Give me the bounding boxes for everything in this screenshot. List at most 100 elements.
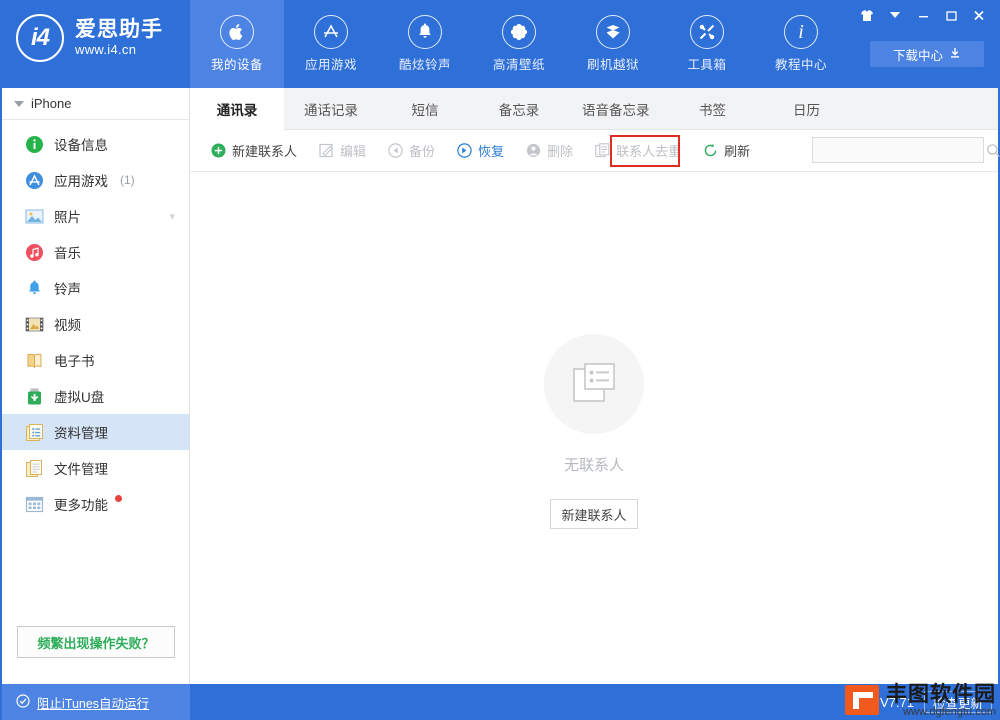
tab-label: 通讯录 — [216, 102, 258, 118]
toolbar-button-2: 编辑 — [308, 136, 377, 166]
sidebar-item-label: 虚拟U盘 — [54, 390, 105, 405]
topnav-item-label: 酷炫铃声 — [398, 58, 451, 72]
topnav-item-label: 工具箱 — [687, 58, 727, 72]
new-badge-dot — [115, 494, 122, 502]
topnav-item-2[interactable]: 应用游戏 — [284, 0, 378, 88]
close-icon[interactable] — [966, 4, 992, 26]
help-operation-failed-button[interactable]: 频繁出现操作失败？ — [17, 626, 175, 658]
minimize-icon[interactable] — [910, 4, 936, 26]
tab-label: 书签 — [699, 102, 726, 118]
flower-icon — [502, 15, 536, 49]
skin-icon[interactable] — [854, 4, 880, 26]
sidebar-item-1[interactable]: 设备信息 — [2, 126, 189, 162]
sidebar-device-header[interactable]: iPhone — [2, 88, 189, 120]
sidebar-list: 设备信息 应用游戏 (1) 照片 ▾ 音乐 铃声视频电子书虚拟U盘资料管理 文件管理更多功能 — [2, 120, 189, 522]
block-itunes-toggle[interactable]: 阻止iTunes自动运行 — [2, 684, 190, 720]
toolbar-button-3: 备份 — [377, 136, 446, 166]
topnav-item-1[interactable]: 我的设备 — [190, 0, 284, 88]
logo-title: 爱思助手 — [75, 18, 163, 42]
sidebar-item-3[interactable]: 照片 ▾ — [2, 198, 189, 234]
tab-3[interactable]: 短信 — [378, 88, 472, 129]
apple-icon — [220, 15, 254, 49]
menu-dropdown-icon[interactable] — [882, 4, 908, 26]
tab-6[interactable]: 书签 — [666, 88, 760, 129]
help-label: 频繁出现操作失败？ — [37, 635, 155, 651]
app-window: i4 爱思助手 www.i4.cn 我的设备 应用游戏酷炫铃声 高清壁纸 刷机越狱工具… — [0, 0, 1000, 720]
topnav-item-6[interactable]: 工具箱 — [660, 0, 754, 88]
tab-label: 语音备忘录 — [582, 102, 650, 118]
grid-icon — [24, 494, 44, 514]
topnav-item-3[interactable]: 酷炫铃声 — [378, 0, 472, 88]
window-controls — [854, 4, 992, 26]
appstore-circle-icon — [24, 170, 44, 190]
sidebar-item-5[interactable]: 铃声 — [2, 270, 189, 306]
topnav-item-4[interactable]: 高清壁纸 — [472, 0, 566, 88]
chevron-down-icon — [14, 100, 24, 107]
sidebar-item-label: 视频 — [54, 318, 81, 333]
sidebar-item-6[interactable]: 视频 — [2, 306, 189, 342]
status-bar: 阻止iTunes自动运行 V7.71 检查更新 — [0, 684, 1000, 720]
download-center-button[interactable]: 下载中心 — [870, 41, 984, 67]
contacts-card-icon — [544, 334, 644, 434]
sidebar-item-10[interactable]: 文件管理 — [2, 450, 189, 486]
empty-state-text: 无联系人 — [563, 457, 624, 474]
topnav-item-label: 高清壁纸 — [492, 58, 545, 72]
main-panel: 通讯录 通话记录 短信 备忘录 语音备忘录 书签 日历 新建联系人 编辑 备份 恢复 删除 联系人去重… — [190, 88, 1000, 684]
toolbar-button-1[interactable]: 新建联系人 — [200, 136, 308, 166]
app-logo: i4 爱思助手 www.i4.cn — [16, 14, 191, 62]
tab-label: 短信 — [411, 102, 439, 118]
sidebar-item-label: 更多功能 — [54, 498, 108, 513]
tab-label: 日历 — [793, 102, 820, 118]
sidebar-device-name: iPhone — [31, 96, 72, 111]
check-update-label: 检查更新 — [932, 696, 983, 711]
sidebar-item-4[interactable]: 音乐 — [2, 234, 189, 270]
bell-blue-icon — [24, 278, 44, 298]
tab-7[interactable]: 日历 — [760, 88, 854, 129]
logo-subtitle: www.i4.cn — [75, 42, 137, 58]
toolbar-button-label: 编辑 — [340, 144, 367, 159]
search-input[interactable] — [813, 143, 986, 157]
photo-icon — [24, 206, 44, 226]
topnav-item-5[interactable]: 刷机越狱 — [566, 0, 660, 88]
tools-icon — [690, 15, 724, 49]
tab-2[interactable]: 通话记录 — [284, 88, 378, 129]
tab-bar: 通讯录 通话记录 短信 备忘录 语音备忘录 书签 日历 — [190, 88, 998, 130]
chevron-down-icon[interactable]: ▾ — [169, 210, 175, 223]
tab-1[interactable]: 通讯录 — [190, 88, 284, 130]
plus-circle-green-icon — [211, 143, 226, 158]
empty-state: 无联系人 新建联系人 — [190, 172, 998, 683]
toolbar: 新建联系人 编辑 备份 恢复 删除 联系人去重 刷新 — [190, 130, 1000, 172]
sidebar-item-8[interactable]: 虚拟U盘 — [2, 378, 189, 414]
logo-mark-icon: i4 — [16, 14, 64, 62]
tab-5[interactable]: 语音备忘录 — [566, 88, 666, 129]
bell-icon — [408, 15, 442, 49]
dedupe-icon — [595, 143, 610, 158]
info-circle-icon — [24, 134, 44, 154]
data-card-icon — [24, 422, 44, 442]
topnav-item-label: 我的设备 — [210, 58, 263, 72]
sidebar-item-11[interactable]: 更多功能 — [2, 486, 189, 522]
info-italic-icon: i — [784, 15, 818, 49]
toolbar-button-4[interactable]: 恢复 — [446, 136, 515, 166]
music-circle-icon — [24, 242, 44, 262]
toolbar-button-label: 备份 — [409, 144, 436, 159]
check-circle-icon — [16, 693, 30, 711]
sidebar-item-label: 电子书 — [54, 354, 95, 369]
sidebar-item-2[interactable]: 应用游戏 (1) — [2, 162, 189, 198]
toolbar-button-label: 删除 — [547, 144, 574, 159]
sidebar-item-9[interactable]: 资料管理 — [2, 414, 189, 450]
top-navigation: 我的设备 应用游戏 酷炫铃声 高清壁纸 刷机越狱 工具箱 i 教程中心 — [190, 0, 848, 88]
search-box[interactable] — [812, 137, 1000, 163]
topnav-item-7[interactable]: i 教程中心 — [754, 0, 848, 88]
new-contact-button[interactable]: 新建联系人 — [550, 499, 638, 529]
toolbar-button-7[interactable]: 刷新 — [692, 136, 761, 166]
refresh-green-icon — [703, 143, 718, 158]
version-label: V7.71 — [880, 694, 914, 710]
sidebar-item-7[interactable]: 电子书 — [2, 342, 189, 378]
sidebar: iPhone 设备信息 应用游戏 (1) 照片 ▾ 音乐 铃声视频电子书虚拟U盘资料管理 文件… — [2, 88, 190, 684]
maximize-icon[interactable] — [938, 4, 964, 26]
search-icon — [986, 143, 1000, 158]
tab-4[interactable]: 备忘录 — [472, 88, 566, 129]
sidebar-item-count: (1) — [120, 173, 135, 187]
check-update-button[interactable]: 检查更新 — [923, 691, 992, 713]
